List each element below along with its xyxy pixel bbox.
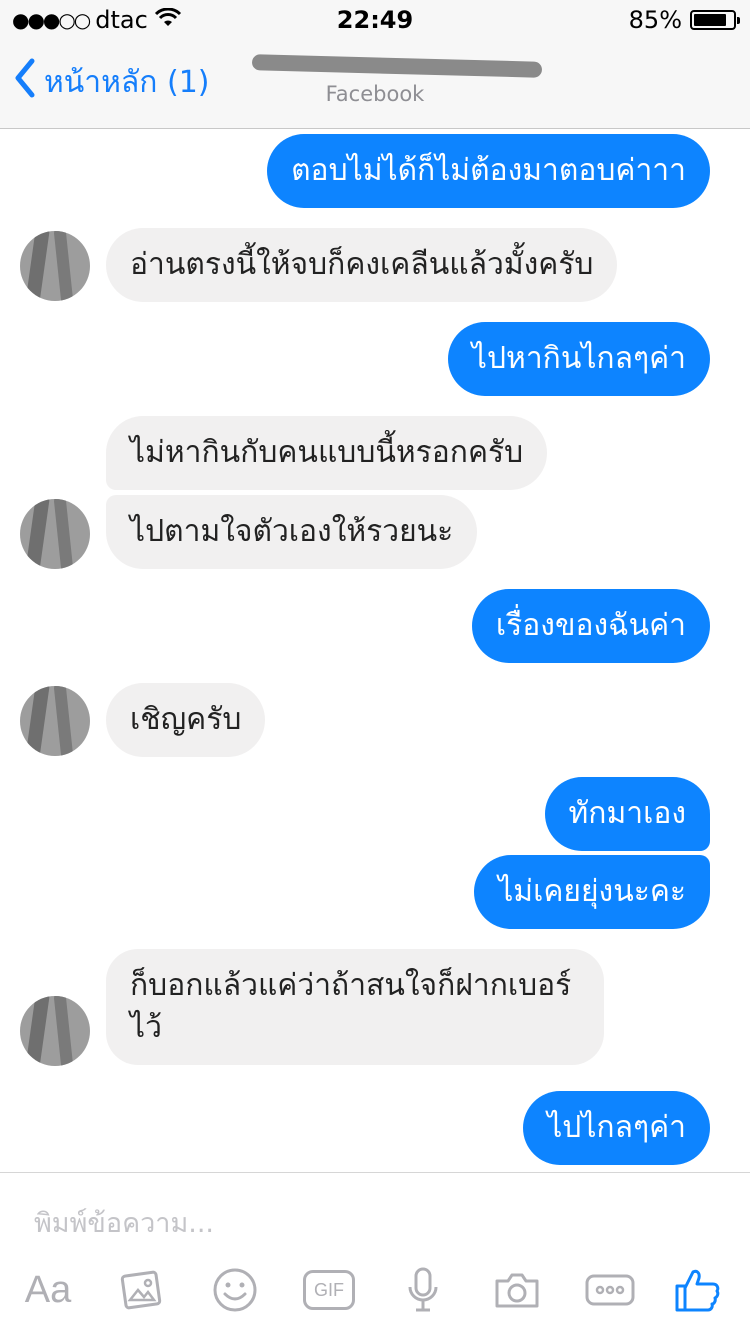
message-composer: พิมพ์ข้อความ... Aa GIF [0, 1172, 750, 1335]
navigation-bar: หน้าหลัก (1) Facebook [0, 40, 750, 129]
battery-percent: 85% [628, 6, 682, 34]
message-input[interactable]: พิมพ์ข้อความ... [34, 1201, 214, 1244]
outgoing-message[interactable]: ตอบไม่ได้ก็ไม่ต้องมาตอบค่าาา [267, 134, 710, 208]
gif-label: GIF [303, 1270, 355, 1310]
incoming-message[interactable]: เชิญครับ [106, 683, 266, 757]
outgoing-message[interactable]: ไม่เคยยุ่งนะคะ [474, 855, 710, 929]
outgoing-message[interactable]: เรื่องของฉันค่า [471, 589, 710, 663]
avatar[interactable] [20, 996, 90, 1066]
incoming-message[interactable]: ก็บอกแล้วแค่ว่าถ้าสนใจก็ฝากเบอร์ไว้ [106, 949, 604, 1065]
outgoing-message[interactable]: ไปหากินไกลๆค่า [447, 322, 710, 396]
conversation-subtitle[interactable]: Facebook [0, 82, 750, 106]
photo-icon[interactable] [114, 1263, 168, 1317]
incoming-message[interactable]: ไปตามใจตัวเองให้รวยนะ [106, 495, 478, 569]
microphone-icon[interactable] [396, 1263, 450, 1317]
avatar[interactable] [20, 231, 90, 301]
redacted-contact-name [251, 54, 543, 78]
avatar[interactable] [20, 499, 90, 569]
status-bar: ●●●○○ dtac 22:49 85% [0, 0, 750, 40]
outgoing-message[interactable]: ทักมาเอง [544, 777, 710, 851]
outgoing-message[interactable]: ไปไกลๆค่า [523, 1091, 710, 1165]
thumbs-up-icon[interactable] [670, 1263, 724, 1317]
gif-icon[interactable]: GIF [300, 1263, 358, 1317]
text-format-icon[interactable]: Aa [20, 1263, 76, 1317]
avatar[interactable] [20, 686, 90, 756]
battery-icon [690, 10, 740, 30]
more-icon[interactable] [582, 1263, 638, 1317]
incoming-message[interactable]: อ่านตรงนี้ให้จบก็คงเคลีนแล้วมั้งครับ [106, 228, 618, 302]
incoming-message[interactable]: ไม่หากินกับคนแบบนี้หรอกครับ [106, 416, 548, 490]
emoji-icon[interactable] [208, 1263, 262, 1317]
camera-icon[interactable] [490, 1263, 544, 1317]
composer-toolbar: Aa GIF [0, 1259, 750, 1323]
